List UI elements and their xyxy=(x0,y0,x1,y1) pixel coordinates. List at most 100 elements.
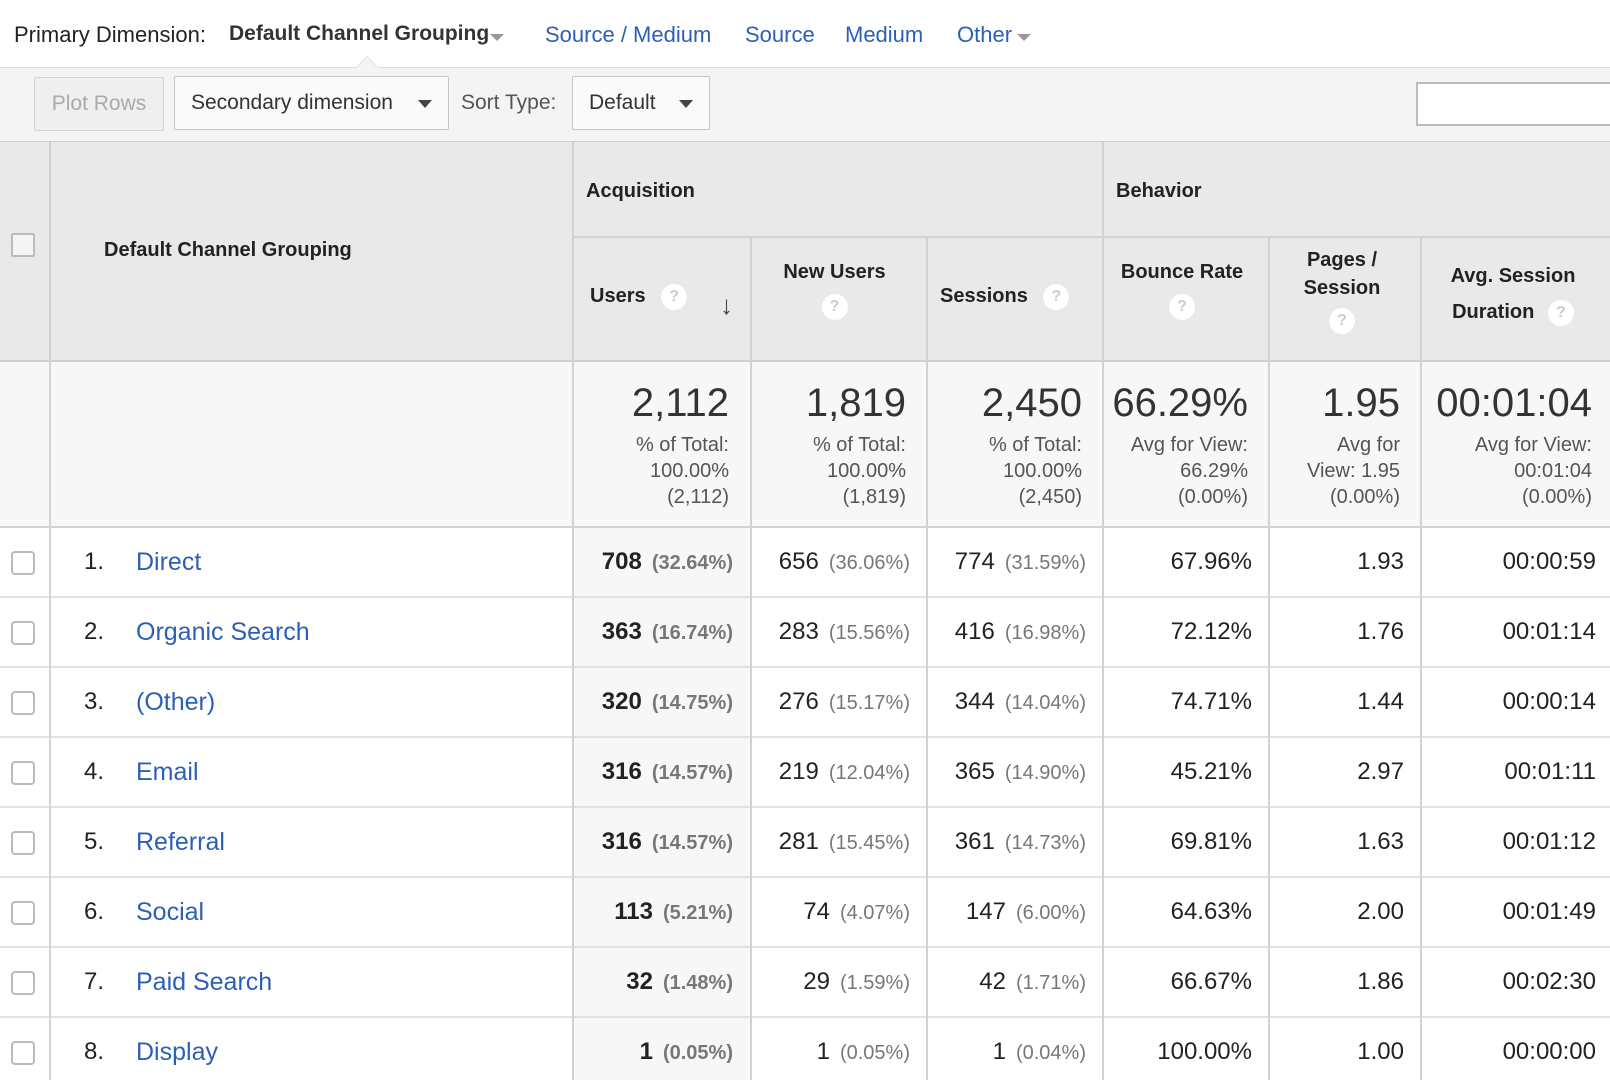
row-index: 6. xyxy=(84,898,105,925)
cell-new_users: 283 xyxy=(778,618,819,645)
row-checkbox[interactable] xyxy=(11,901,35,925)
plot-rows-button[interactable]: Plot Rows xyxy=(34,77,164,131)
column-header-sessions[interactable]: Sessions ? xyxy=(940,282,1100,310)
cell-users: 320 xyxy=(601,688,642,715)
sort-descending-icon[interactable]: ↓ xyxy=(720,290,733,321)
pages-session-header-label-2: Session xyxy=(1303,277,1381,299)
table-row: 4. Email 316 (14.57%) 219 (12.04%) 365 (14.… xyxy=(0,738,1610,808)
sessions-cell: 774 (31.59%) xyxy=(955,548,1086,576)
row-checkbox[interactable] xyxy=(11,1041,35,1065)
column-header-pages-session[interactable]: Pages / Session ? xyxy=(1272,246,1412,334)
pages-session-header-label-1: Pages / xyxy=(1306,249,1378,271)
bounce-rate-header-label: Bounce Rate xyxy=(1120,261,1244,283)
cell-users: 708 xyxy=(601,548,642,575)
cell-users_pct: (5.21%) xyxy=(662,902,733,924)
total-users: 2,112 % of Total: 100.00% (2,112) xyxy=(631,381,729,508)
cell-users_pct: (1.48%) xyxy=(662,972,733,994)
column-header-avg-session-duration[interactable]: Avg. Session Duration ? xyxy=(1428,258,1598,330)
channel-link[interactable]: Email xyxy=(136,758,199,787)
cell-new_users: 276 xyxy=(778,688,819,715)
channel-link[interactable]: Social xyxy=(136,898,204,927)
total-bounce-rate: 66.29% Avg for View: 66.29% (0.00%) xyxy=(1112,381,1248,508)
column-header-users[interactable]: Users ? xyxy=(590,282,700,310)
table-row: 6. Social 113 (5.21%) 74 (4.07%) 147 (6.00%… xyxy=(0,878,1610,948)
users-cell: 113 (5.21%) xyxy=(614,898,733,926)
cell-sessions_pct: (14.04%) xyxy=(1004,692,1086,714)
column-header-default-channel-grouping[interactable]: Default Channel Grouping xyxy=(104,239,352,262)
channel-link[interactable]: Organic Search xyxy=(136,618,310,647)
sort-type-label: Sort Type: xyxy=(461,91,557,114)
bounce-rate-cell: 66.67% xyxy=(1170,968,1252,995)
select-all-checkbox[interactable] xyxy=(11,233,35,257)
cell-users_pct: (14.57%) xyxy=(651,762,733,784)
channel-link[interactable]: Direct xyxy=(136,548,201,577)
help-icon[interactable]: ? xyxy=(1547,299,1574,326)
row-index: 8. xyxy=(84,1038,105,1065)
row-checkbox[interactable] xyxy=(11,831,35,855)
bounce-rate-cell: 67.96% xyxy=(1170,548,1252,575)
avg-session-duration-cell: 00:02:30 xyxy=(1502,968,1596,995)
avg-session-header-label-2: Duration xyxy=(1452,301,1535,323)
users-cell: 708 (32.64%) xyxy=(602,548,733,576)
sessions-cell: 365 (14.90%) xyxy=(955,758,1086,786)
sort-type-value: Default xyxy=(589,91,656,114)
secondary-dimension-dropdown[interactable]: Secondary dimension xyxy=(174,76,449,130)
help-icon[interactable]: ? xyxy=(661,283,688,310)
cell-new_users: 1 xyxy=(816,1038,830,1065)
help-icon[interactable]: ? xyxy=(1169,293,1195,320)
sessions-cell: 344 (14.04%) xyxy=(955,688,1086,716)
users-cell: 363 (16.74%) xyxy=(602,618,733,646)
avg-session-duration-cell: 00:01:14 xyxy=(1502,618,1596,645)
new-users-cell: 281 (15.45%) xyxy=(779,828,910,856)
pages-session-cell: 1.93 xyxy=(1357,548,1404,575)
total-pages-session: 1.95 Avg for View: 1.95 (0.00%) xyxy=(1306,381,1400,508)
row-index: 2. xyxy=(84,618,105,645)
help-icon[interactable]: ? xyxy=(1043,283,1070,310)
dimension-link-source-medium[interactable]: Source / Medium xyxy=(545,22,711,48)
column-header-bounce-rate[interactable]: Bounce Rate ? xyxy=(1104,258,1260,320)
chevron-down-icon[interactable] xyxy=(1017,34,1031,41)
group-header-behavior: Behavior xyxy=(1116,180,1202,202)
channel-link[interactable]: Referral xyxy=(136,828,225,857)
cell-sessions_pct: (1.71%) xyxy=(1015,972,1086,994)
row-checkbox[interactable] xyxy=(11,971,35,995)
cell-sessions: 42 xyxy=(979,968,1006,995)
column-header-new-users[interactable]: New Users ? xyxy=(752,258,917,320)
cell-new_users_pct: (0.05%) xyxy=(839,1042,910,1064)
help-icon[interactable]: ? xyxy=(821,293,848,320)
dimension-link-other[interactable]: Other xyxy=(957,22,1012,48)
table-search-input[interactable] xyxy=(1416,82,1610,126)
pages-session-cell: 1.00 xyxy=(1357,1038,1404,1065)
channel-link[interactable]: Paid Search xyxy=(136,968,272,997)
cell-users: 32 xyxy=(626,968,653,995)
bounce-rate-cell: 69.81% xyxy=(1170,828,1252,855)
users-cell: 320 (14.75%) xyxy=(602,688,733,716)
chevron-down-icon[interactable] xyxy=(490,34,504,41)
new-users-cell: 219 (12.04%) xyxy=(779,758,910,786)
pages-session-cell: 1.86 xyxy=(1357,968,1404,995)
cell-users_pct: (0.05%) xyxy=(662,1042,733,1064)
row-checkbox[interactable] xyxy=(11,551,35,575)
pages-session-cell: 1.63 xyxy=(1357,828,1404,855)
table-toolbar: Plot Rows Secondary dimension Sort Type:… xyxy=(0,68,1610,142)
help-icon[interactable]: ? xyxy=(1329,307,1355,334)
channel-link[interactable]: Display xyxy=(136,1038,218,1067)
cell-sessions_pct: (14.90%) xyxy=(1004,762,1086,784)
secondary-dimension-label: Secondary dimension xyxy=(191,91,393,114)
channel-link[interactable]: (Other) xyxy=(136,688,215,717)
row-checkbox[interactable] xyxy=(11,691,35,715)
row-checkbox[interactable] xyxy=(11,621,35,645)
dimension-link-source[interactable]: Source xyxy=(745,22,815,48)
cell-sessions_pct: (14.73%) xyxy=(1004,832,1086,854)
row-checkbox[interactable] xyxy=(11,761,35,785)
users-header-label: Users xyxy=(590,285,646,307)
new-users-cell: 283 (15.56%) xyxy=(779,618,910,646)
dimension-link-medium[interactable]: Medium xyxy=(845,22,923,48)
cell-sessions_pct: (6.00%) xyxy=(1015,902,1086,924)
sort-type-dropdown[interactable]: Default xyxy=(572,76,710,130)
dimension-default-channel-grouping[interactable]: Default Channel Grouping xyxy=(229,22,489,46)
sessions-cell: 416 (16.98%) xyxy=(955,618,1086,646)
users-cell: 32 (1.48%) xyxy=(626,968,733,996)
cell-users_pct: (14.57%) xyxy=(651,832,733,854)
totals-row: 2,112 % of Total: 100.00% (2,112) 1,819 % … xyxy=(0,362,1610,528)
